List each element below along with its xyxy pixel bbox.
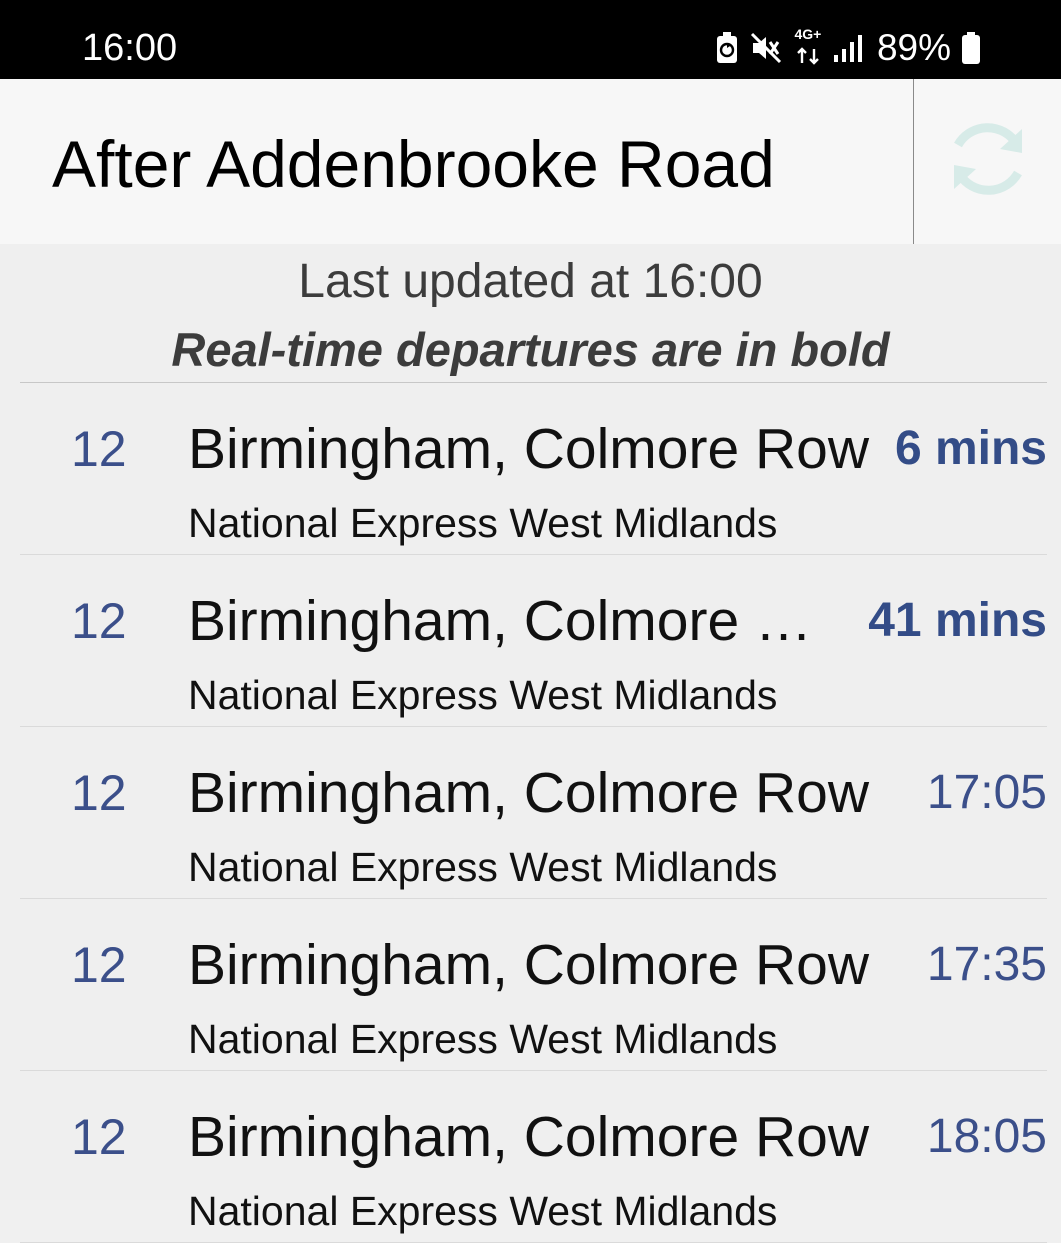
departure-list: 12 Birmingham, Colmore Row National Expr…: [0, 383, 1061, 1243]
operator: National Express West Midlands: [188, 672, 778, 718]
route-number: 12: [71, 421, 127, 477]
departure-row[interactable]: 12 Birmingham, Colmore Row National Expr…: [20, 383, 1047, 555]
departure-row[interactable]: 12 Birmingham, Colmore Row National Expr…: [20, 727, 1047, 899]
network-type-label: 4G+: [794, 26, 822, 42]
battery-icon: [961, 31, 981, 65]
route-number: 12: [71, 765, 127, 821]
network-data-icon: 4G+: [793, 27, 823, 65]
battery-percent: 89%: [876, 27, 951, 68]
route-number: 12: [71, 937, 127, 993]
departure-time: 41 mins: [868, 594, 1047, 647]
operator: National Express West Midlands: [188, 1188, 778, 1234]
refresh-button[interactable]: [914, 79, 1061, 244]
departure-time: 18:05: [926, 1110, 1047, 1163]
status-bar: 16:00 4G+ 89%: [0, 0, 1061, 79]
operator: National Express West Midlands: [188, 500, 778, 546]
departure-row[interactable]: 12 Birmingham, Colmore Row National Expr…: [20, 1071, 1047, 1243]
departure-time: 6 mins: [894, 422, 1047, 475]
destination: Birmingham, Colmore Row: [188, 589, 838, 653]
destination: Birmingham, Colmore Row: [188, 1105, 870, 1169]
realtime-note: Real-time departures are in bold: [171, 323, 890, 376]
departure-row[interactable]: 12 Birmingham, Colmore Row National Expr…: [20, 555, 1047, 727]
route-number: 12: [71, 593, 127, 649]
departure-time: 17:05: [926, 766, 1047, 819]
route-number: 12: [71, 1109, 127, 1165]
refresh-icon: [938, 109, 1038, 214]
destination: Birmingham, Colmore Row: [188, 417, 870, 481]
destination: Birmingham, Colmore Row: [188, 933, 870, 997]
status-icons: 4G+ 89%: [715, 24, 981, 72]
signal-icon: [833, 33, 863, 63]
operator: National Express West Midlands: [188, 844, 778, 890]
departure-time: 17:35: [926, 938, 1047, 991]
app-bar: After Addenbrooke Road: [0, 79, 1061, 244]
vibrate-mute-icon: [749, 31, 783, 65]
departures-content: Last updated at 16:00 Real-time departur…: [0, 244, 1061, 1243]
operator: National Express West Midlands: [188, 1016, 778, 1062]
last-updated-text: Last updated at 16:00: [298, 255, 763, 308]
recycle-battery-icon: [715, 31, 739, 65]
destination: Birmingham, Colmore Row: [188, 761, 870, 825]
departure-row[interactable]: 12 Birmingham, Colmore Row National Expr…: [20, 899, 1047, 1071]
status-time: 16:00: [82, 27, 178, 69]
page-title: After Addenbrooke Road: [52, 127, 775, 201]
